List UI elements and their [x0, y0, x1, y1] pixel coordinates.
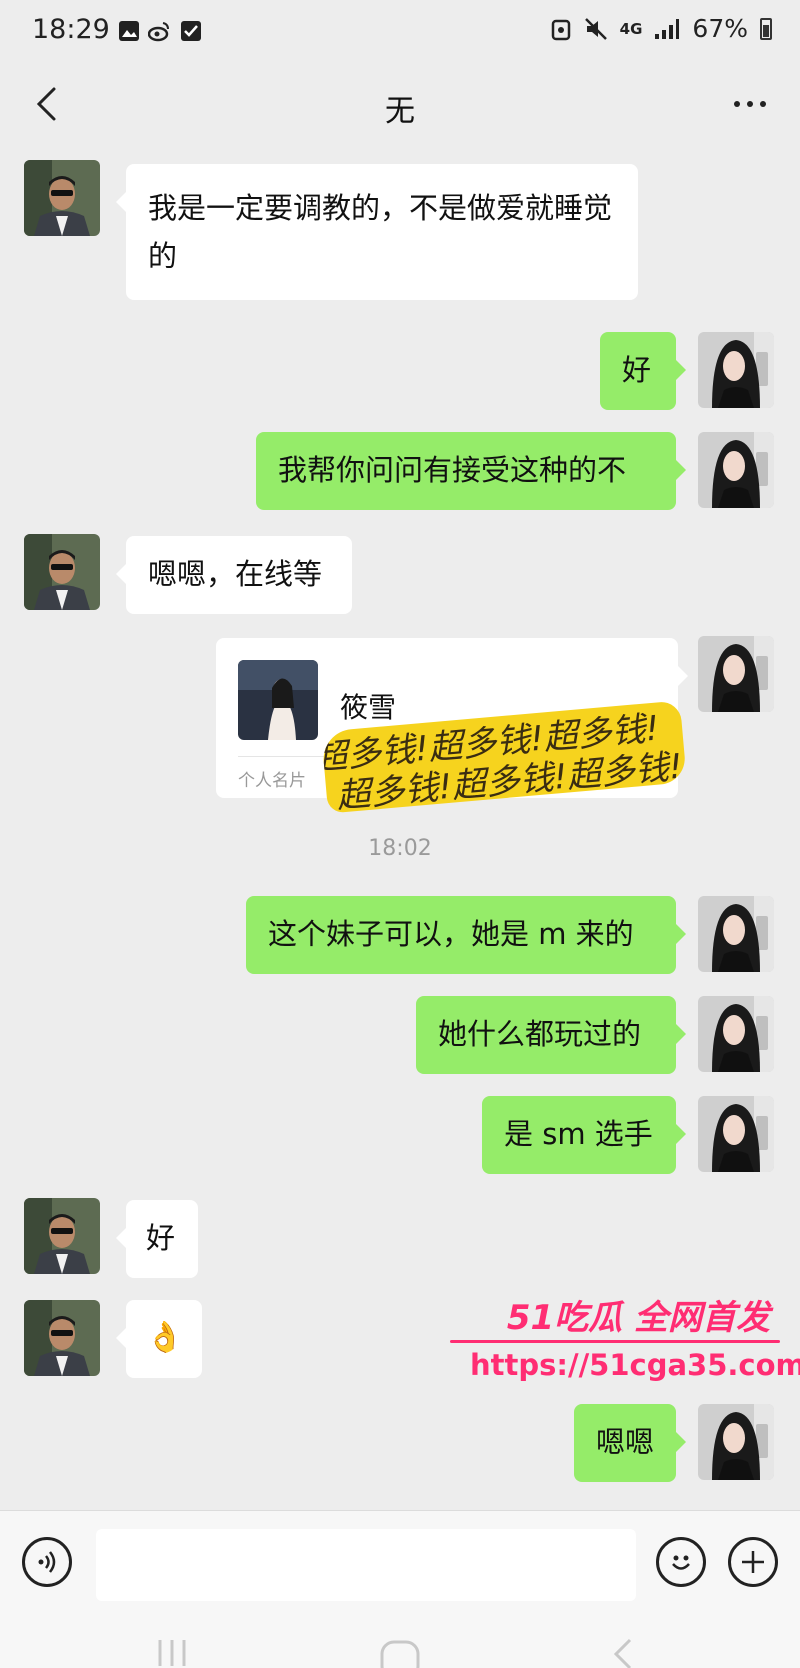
more-dots-icon	[734, 101, 740, 107]
chat-title: 无	[385, 94, 415, 129]
alarm-icon	[551, 19, 570, 40]
emoji-button[interactable]	[656, 1537, 706, 1587]
card-thumbnail	[238, 660, 318, 740]
incoming-message[interactable]: 我是一定要调教的，不是做爱就睡觉的	[116, 164, 638, 300]
incoming-message[interactable]: 好	[116, 1200, 198, 1278]
card-type-label: 个人名片	[238, 771, 306, 791]
home-icon[interactable]	[378, 1638, 422, 1668]
watermark-line	[450, 1340, 780, 1343]
chat-timestamp: 18:02	[368, 836, 432, 861]
battery-icon	[760, 17, 772, 40]
battery-percent: 67%	[692, 14, 748, 43]
input-bar	[0, 1510, 800, 1620]
outgoing-message[interactable]: 好	[600, 332, 686, 410]
outgoing-message[interactable]: 是 sm 选手	[482, 1096, 686, 1174]
my-avatar[interactable]	[698, 1404, 774, 1480]
checkbox-icon	[181, 21, 201, 41]
mute-icon	[584, 17, 607, 40]
chat-header: 无	[0, 64, 800, 144]
outgoing-message[interactable]: 这个妹子可以，她是 m 来的	[246, 896, 686, 974]
plus-button[interactable]	[728, 1537, 778, 1587]
status-indicators: 4G 67%	[550, 14, 772, 43]
my-avatar[interactable]	[698, 1096, 774, 1172]
more-button[interactable]	[728, 86, 772, 122]
card-contact-name: 筱雪	[340, 691, 397, 724]
outgoing-message[interactable]: 她什么都玩过的	[416, 996, 686, 1074]
weibo-icon	[148, 22, 169, 42]
outgoing-message[interactable]: 我帮你问问有接受这种的不	[256, 432, 686, 510]
voice-icon	[38, 1551, 56, 1573]
my-avatar[interactable]	[698, 332, 774, 408]
contact-avatar[interactable]	[24, 1300, 100, 1376]
outgoing-message[interactable]: 嗯嗯	[574, 1404, 686, 1482]
status-time: 18:29	[32, 14, 110, 45]
voice-button[interactable]	[22, 1537, 72, 1587]
gallery-icon	[119, 21, 139, 41]
back-icon[interactable]	[608, 1638, 638, 1668]
watermark-title: 51吃瓜 全网首发	[506, 1298, 770, 1338]
signal-icon	[655, 18, 680, 39]
contact-avatar[interactable]	[24, 1198, 100, 1274]
my-avatar[interactable]	[698, 432, 774, 508]
contact-avatar[interactable]	[24, 534, 100, 610]
watermark-url: https://51cga35.com	[470, 1348, 800, 1382]
my-avatar[interactable]	[698, 896, 774, 972]
my-avatar[interactable]	[698, 996, 774, 1072]
recents-icon[interactable]	[152, 1638, 192, 1668]
watermark: 51吃瓜 全网首发 https://51cga35.com	[450, 1290, 800, 1400]
contact-avatar[interactable]	[24, 160, 100, 236]
my-avatar[interactable]	[698, 636, 774, 712]
plus-icon	[742, 1551, 764, 1573]
network-label: 4G	[619, 19, 643, 38]
incoming-message[interactable]: 嗯嗯，在线等	[116, 536, 352, 614]
smiley-icon	[672, 1555, 690, 1570]
system-navigation-bar	[0, 1620, 800, 1668]
status-bar: 18:29 4G 67%	[0, 0, 800, 64]
message-input[interactable]	[96, 1529, 636, 1601]
emoji-message[interactable]: 👌	[116, 1300, 202, 1378]
